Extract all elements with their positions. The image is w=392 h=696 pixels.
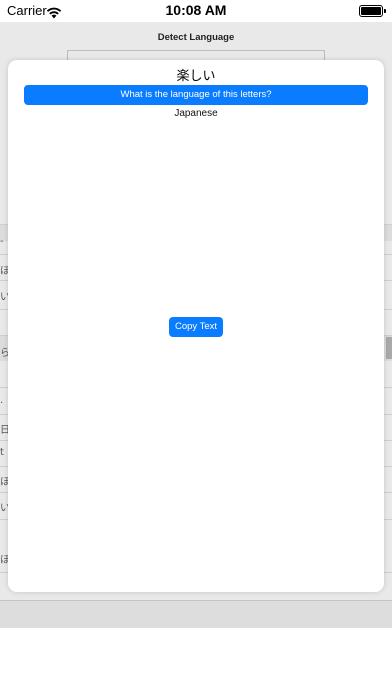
copy-text-button[interactable]: Copy Text <box>169 317 223 337</box>
battery-tip <box>384 9 386 13</box>
status-time: 10:08 AM <box>165 2 227 18</box>
status-bar: Carrier 10:08 AM <box>0 0 392 22</box>
detected-word: 楽しい <box>176 69 216 84</box>
background-fragment: t <box>0 447 4 458</box>
background-bottom-bar <box>0 600 392 628</box>
background-fragment: . <box>0 395 4 406</box>
background-fragment: - <box>0 236 4 247</box>
detected-language-label: Japanese <box>174 108 218 119</box>
battery-icon <box>359 5 383 17</box>
background-title: Detect Language <box>157 32 235 43</box>
result-sheet: 楽しい What is the language of this letters… <box>8 60 384 592</box>
detect-language-button[interactable]: What is the language of this letters? <box>24 85 368 105</box>
background-scrollbar <box>386 337 392 359</box>
